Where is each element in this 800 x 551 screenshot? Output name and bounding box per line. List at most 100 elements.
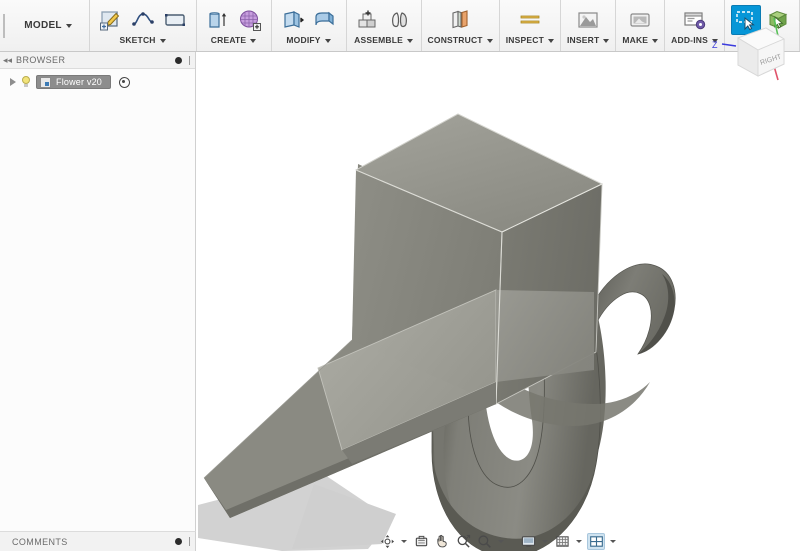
panel-insert-title[interactable]: INSERT bbox=[567, 35, 609, 48]
comments-options-icon[interactable] bbox=[175, 538, 182, 545]
display-settings-button[interactable] bbox=[519, 533, 537, 550]
pan-button[interactable] bbox=[433, 533, 451, 550]
browser-tree: Flower v20 bbox=[0, 69, 195, 90]
ribbon-toolbar: MODEL bbox=[0, 0, 800, 52]
chevron-down-icon[interactable] bbox=[401, 540, 407, 543]
chevron-down-icon bbox=[407, 39, 413, 43]
fusion360-window: MODEL bbox=[0, 0, 800, 551]
workspace-selector[interactable]: MODEL bbox=[8, 0, 90, 51]
axis-z-label: Z bbox=[712, 40, 718, 50]
panel-insert-icons bbox=[573, 2, 603, 35]
panel-insert-label: INSERT bbox=[567, 35, 599, 45]
chevron-down-icon bbox=[160, 39, 166, 43]
ribbon-grip bbox=[0, 0, 8, 51]
chevron-down-icon bbox=[325, 39, 331, 43]
zoom-button[interactable] bbox=[475, 533, 493, 550]
comments-panel[interactable]: COMMENTS bbox=[0, 531, 196, 551]
panel-assemble-title[interactable]: ASSEMBLE bbox=[354, 35, 413, 48]
panel-create-title[interactable]: CREATE bbox=[211, 35, 257, 48]
panel-modify-title[interactable]: MODIFY bbox=[286, 35, 330, 48]
panel-sketch: SKETCH bbox=[90, 0, 197, 51]
comments-resize-handle[interactable] bbox=[189, 537, 190, 546]
panel-modify-label: MODIFY bbox=[286, 35, 320, 45]
panel-construct-icons bbox=[445, 2, 475, 35]
press-pull-icon[interactable] bbox=[278, 5, 308, 35]
browser-options-icon[interactable] bbox=[175, 57, 182, 64]
panel-modify-icons bbox=[278, 2, 340, 35]
browser-tree-row[interactable]: Flower v20 bbox=[8, 74, 195, 90]
browser-node-label: Flower v20 bbox=[56, 77, 102, 87]
spline-icon[interactable] bbox=[128, 5, 158, 35]
collapse-left-icon[interactable]: ◂◂ bbox=[3, 56, 12, 65]
create-sketch-icon[interactable] bbox=[96, 5, 126, 35]
visibility-toggle-icon[interactable] bbox=[119, 77, 130, 88]
look-at-button[interactable] bbox=[412, 533, 430, 550]
panel-construct: CONSTRUCT bbox=[422, 0, 500, 51]
chevron-down-icon bbox=[603, 39, 609, 43]
workspace-label: MODEL bbox=[24, 20, 62, 31]
panel-assemble-label: ASSEMBLE bbox=[354, 35, 403, 45]
browser-node-flower[interactable]: Flower v20 bbox=[36, 75, 111, 89]
chevron-down-icon bbox=[250, 39, 256, 43]
box-inner-wall bbox=[496, 290, 594, 382]
measure-icon[interactable] bbox=[515, 5, 545, 35]
helix-upper-hook bbox=[594, 264, 675, 354]
panel-inspect-icons bbox=[515, 2, 545, 35]
chevron-down-icon[interactable] bbox=[498, 540, 504, 543]
browser-header[interactable]: ◂◂ BROWSER bbox=[0, 52, 195, 69]
model-3d-render bbox=[196, 52, 800, 551]
axis-z-line bbox=[722, 44, 736, 46]
panel-addins-icons bbox=[680, 2, 710, 35]
panel-insert: INSERT bbox=[561, 0, 616, 51]
chevron-down-icon bbox=[652, 39, 658, 43]
document-icon bbox=[40, 77, 51, 88]
panel-inspect-title[interactable]: INSPECT bbox=[506, 35, 554, 48]
rectangle-icon[interactable] bbox=[160, 5, 190, 35]
chevron-down-icon[interactable] bbox=[542, 540, 548, 543]
fillet-icon[interactable] bbox=[310, 5, 340, 35]
browser-panel: ◂◂ BROWSER Flower v20 bbox=[0, 52, 196, 531]
panel-construct-title[interactable]: CONSTRUCT bbox=[428, 35, 493, 48]
chevron-down-icon[interactable] bbox=[610, 540, 616, 543]
panel-make: MAKE bbox=[616, 0, 665, 51]
panel-make-icons bbox=[625, 2, 655, 35]
browser-resize-handle[interactable] bbox=[189, 56, 190, 65]
canvas-viewport[interactable] bbox=[196, 52, 800, 551]
panel-addins-label: ADD-INS bbox=[671, 35, 708, 45]
chevron-down-icon[interactable] bbox=[576, 540, 582, 543]
insert-mcmaster-icon[interactable] bbox=[573, 5, 603, 35]
joint-icon[interactable] bbox=[385, 5, 415, 35]
panel-assemble: ASSEMBLE bbox=[347, 0, 422, 51]
offset-plane-icon[interactable] bbox=[445, 5, 475, 35]
create-form-icon[interactable] bbox=[235, 5, 265, 35]
view-navigation-bar bbox=[196, 531, 800, 551]
panel-sketch-icons bbox=[96, 2, 190, 35]
panel-make-title[interactable]: MAKE bbox=[622, 35, 658, 48]
panel-make-label: MAKE bbox=[622, 35, 648, 45]
panel-construct-label: CONSTRUCT bbox=[428, 35, 483, 45]
panel-inspect-label: INSPECT bbox=[506, 35, 544, 45]
chevron-down-icon bbox=[548, 39, 554, 43]
panel-sketch-title[interactable]: SKETCH bbox=[119, 35, 165, 48]
zoom-window-button[interactable] bbox=[454, 533, 472, 550]
panel-assemble-icons bbox=[353, 2, 415, 35]
panel-modify: MODIFY bbox=[272, 0, 347, 51]
browser-title: BROWSER bbox=[16, 55, 171, 65]
panel-inspect: INSPECT bbox=[500, 0, 561, 51]
new-component-icon[interactable] bbox=[353, 5, 383, 35]
panel-sketch-label: SKETCH bbox=[119, 35, 155, 45]
lightbulb-icon[interactable] bbox=[20, 76, 32, 89]
expand-triangle-icon[interactable] bbox=[10, 78, 16, 86]
panel-create-label: CREATE bbox=[211, 35, 247, 45]
chevron-down-icon bbox=[487, 39, 493, 43]
viewports-button[interactable] bbox=[587, 533, 605, 550]
extrude-icon[interactable] bbox=[203, 5, 233, 35]
panel-create-icons bbox=[203, 2, 265, 35]
view-cube[interactable]: Z RIGHT bbox=[708, 8, 794, 94]
3d-print-icon[interactable] bbox=[625, 5, 655, 35]
grid-snaps-button[interactable] bbox=[553, 533, 571, 550]
scripts-addins-icon[interactable] bbox=[680, 5, 710, 35]
chevron-down-icon bbox=[66, 24, 72, 28]
comments-title: COMMENTS bbox=[12, 537, 171, 547]
orbit-button[interactable] bbox=[378, 533, 396, 550]
